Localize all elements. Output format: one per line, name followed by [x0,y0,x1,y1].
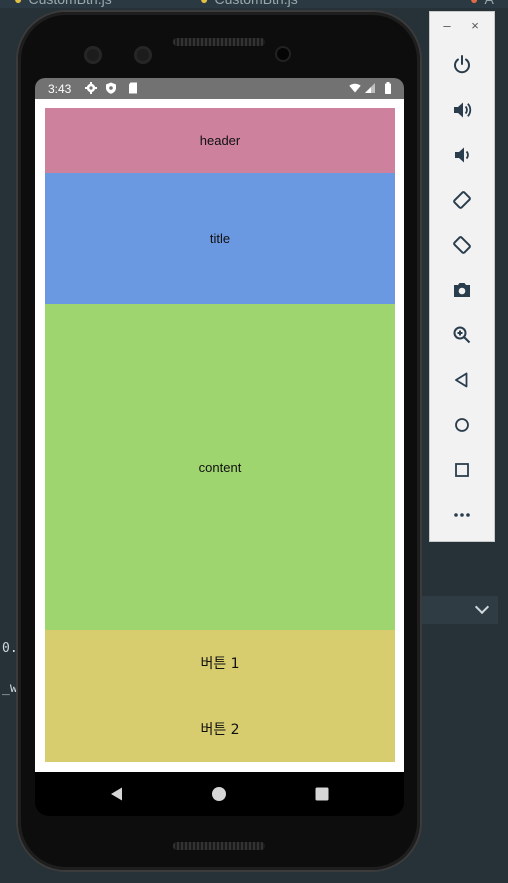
sensor [134,46,152,64]
zoom-button[interactable] [450,323,474,347]
volume-up-button[interactable] [450,98,474,122]
navigation-bar [35,772,404,816]
button-section: 버튼 1 버튼 2 [45,630,395,762]
zoom-icon [453,326,471,344]
shield-icon [106,82,116,94]
app-layout: header title content 버튼 1 버튼 2 [45,108,395,762]
home-icon[interactable] [211,786,227,802]
power-icon [454,55,470,74]
battery-icon [385,82,391,94]
button-1[interactable]: 버튼 1 [45,630,395,696]
bottom-speaker [173,842,265,850]
chevron-down-icon [474,599,490,615]
close-button[interactable]: × [468,18,482,33]
rotate-right-icon [453,236,471,254]
ide-tab-custombtn[interactable]: ●CustomBtn.js [14,0,112,7]
volume-down-button[interactable] [450,143,474,167]
header-label: header [199,133,241,148]
status-time: 3:43 [48,82,72,96]
volume-up-icon [454,102,472,118]
content-label: content [198,459,242,475]
more-button[interactable] [450,503,474,527]
ide-code-snippet: 0. [2,641,18,656]
front-camera [277,48,289,60]
status-bar: 3:43 [35,78,404,99]
recents-icon[interactable] [314,786,330,802]
volume-down-icon [455,147,469,163]
app-area: header title content 버튼 1 버튼 2 [35,99,404,772]
phone-screen: 3:43 header title content 버튼 1 버튼 2 [35,78,404,816]
wifi-icon [349,83,361,93]
power-button[interactable] [450,53,474,77]
overview-button[interactable] [450,458,474,482]
gear-icon [85,82,97,94]
ide-tab-bar: ●CustomBtn.js ●CustomBtn.js ●A [0,0,508,8]
phone-emulator-frame: 3:43 header title content 버튼 1 버튼 2 [18,12,420,870]
rotate-right-button[interactable] [450,233,474,257]
content-section: content [45,304,395,630]
rotate-left-button[interactable] [450,188,474,212]
home-icon [455,418,469,432]
button-2[interactable]: 버튼 2 [45,696,395,762]
top-speaker [173,38,265,46]
back-button[interactable] [450,368,474,392]
sensor [84,46,102,64]
home-button[interactable] [450,413,474,437]
more-icon [454,513,470,517]
screenshot-button[interactable] [450,278,474,302]
header-section: header [45,108,395,173]
minimize-button[interactable]: – [440,18,454,33]
title-section: title [45,173,395,304]
back-icon [455,372,468,388]
rotate-left-icon [453,191,471,209]
title-label: title [209,231,231,246]
camera-icon [454,283,470,297]
signal-icon [365,83,375,93]
overview-icon [455,463,469,477]
ide-dropdown[interactable] [410,596,498,624]
ide-tab-custombtn-2[interactable]: ●CustomBtn.js [200,0,298,7]
back-icon[interactable] [109,786,125,802]
ide-tab-other[interactable]: ●A [470,0,494,7]
sd-card-icon [129,82,137,94]
emulator-toolbar: – × [429,11,495,542]
